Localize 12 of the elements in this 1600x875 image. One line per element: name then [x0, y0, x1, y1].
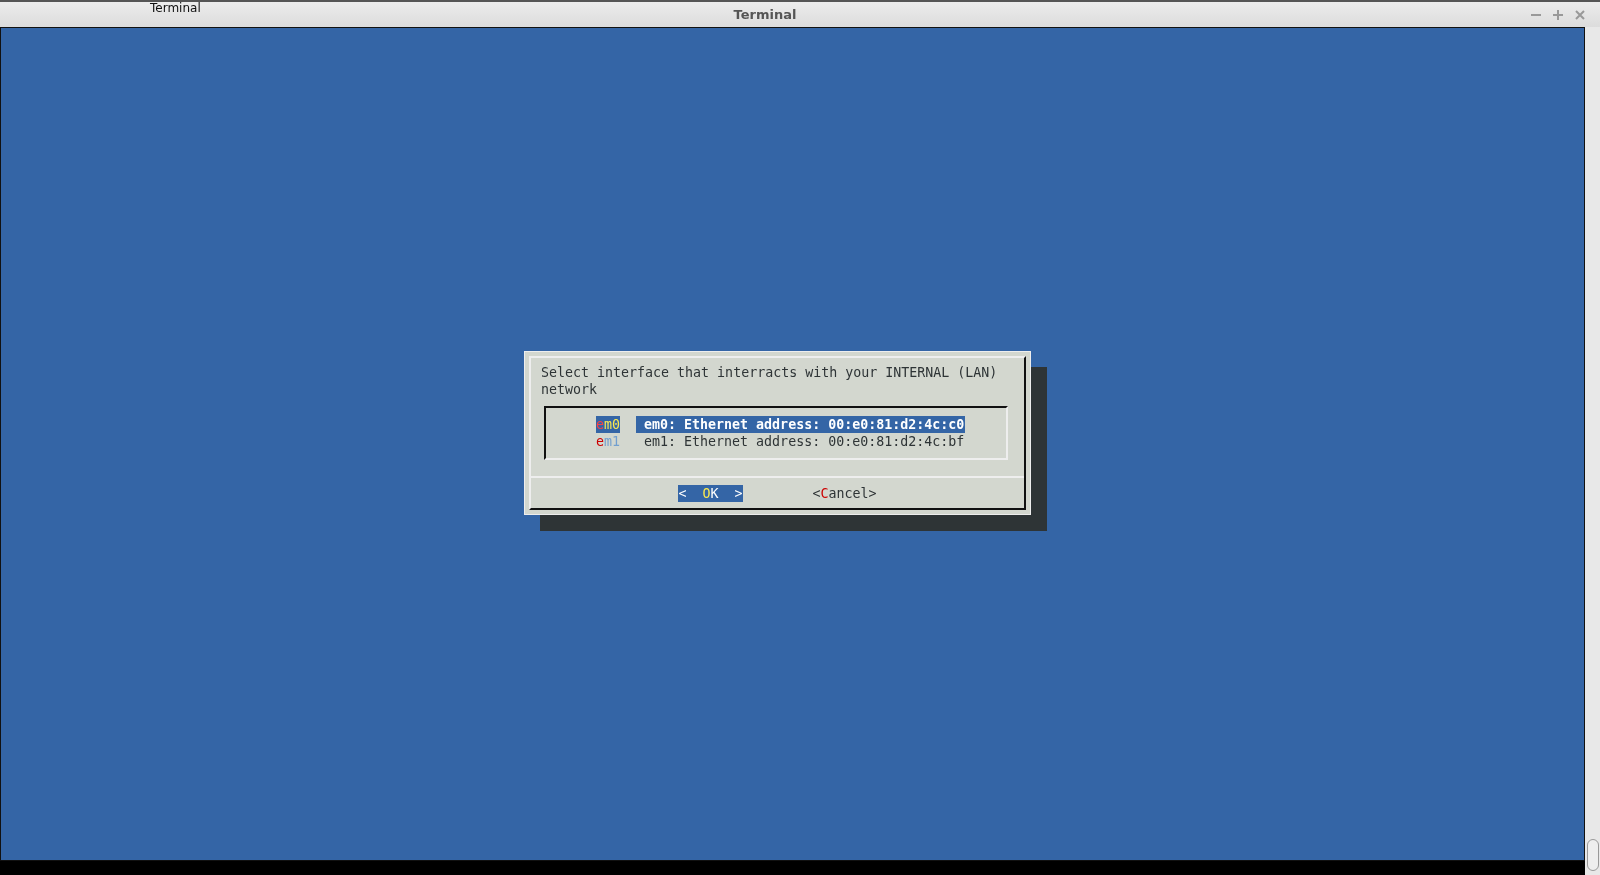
interface-tag[interactable]: em1: [596, 433, 621, 450]
interface-description[interactable]: em1: Ethernet address: 00:e0:81:d2:4c:bf: [636, 433, 966, 450]
tab-title[interactable]: Terminal: [150, 1, 201, 15]
cancel-button[interactable]: <Cancel>: [812, 485, 877, 502]
interface-tag[interactable]: em0: [596, 416, 621, 433]
dialog-prompt: Select interface that interracts with your INTERNAL (LAN) network: [541, 364, 999, 398]
interface-description[interactable]: em0: Ethernet address: 00:e0:81:d2:4c:c0: [636, 416, 966, 433]
ok-button[interactable]: < OK >: [678, 485, 743, 502]
close-icon[interactable]: [1574, 8, 1586, 21]
maximize-icon[interactable]: [1552, 8, 1564, 21]
scrollbar-thumb[interactable]: [1587, 839, 1599, 871]
window-title: Terminal: [733, 7, 797, 22]
